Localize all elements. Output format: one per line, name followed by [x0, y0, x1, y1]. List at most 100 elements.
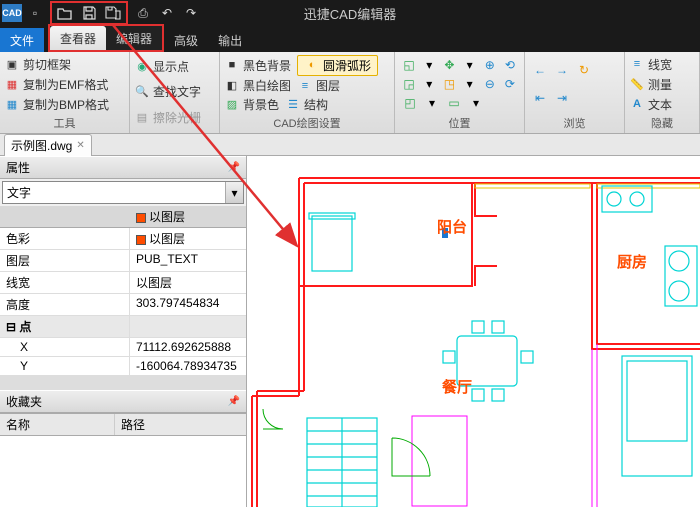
crop-icon: ▣ — [4, 56, 20, 72]
file-menu[interactable]: 文件 — [0, 28, 44, 52]
i5[interactable]: ⊕ — [482, 57, 498, 73]
close-icon[interactable]: ✕ — [76, 140, 84, 151]
i1[interactable]: ◱ — [401, 57, 417, 73]
points-icon: ◉ — [134, 59, 150, 75]
lineweight[interactable]: ≡线宽 — [629, 56, 695, 73]
prop-row-lineweight[interactable]: 线宽以图层 — [0, 272, 246, 294]
save-icon[interactable] — [80, 4, 98, 22]
title-bar: CAD ▫ ⎙ ↶ ↷ 迅捷CAD编辑器 — [0, 0, 700, 26]
favorites-title: 收藏夹 📌 — [0, 390, 246, 413]
copy-bmp[interactable]: ▦复制为BMP格式 — [4, 96, 125, 113]
layers[interactable]: ≡图层 — [297, 77, 340, 94]
new-icon[interactable]: ▫ — [26, 4, 44, 22]
b5[interactable]: ⇥ — [553, 90, 571, 106]
i8[interactable]: ▾ — [421, 76, 437, 92]
text-icon: A — [629, 96, 645, 112]
b3[interactable]: ↻ — [575, 62, 593, 78]
meas-icon: 📏 — [629, 76, 645, 92]
document-tab[interactable]: 示例图.dwg ✕ — [4, 134, 92, 156]
left-panels: 属性 📌 文字 ▾ 以图层 色彩以图层 图层PUB_TEXT 线宽以图层 高度3… — [0, 156, 247, 507]
drawing-area[interactable]: 阳台 厨房 餐厅 — [247, 156, 700, 507]
ribbon-group-cad-settings: ■黑色背景 ◐圆滑弧形 ◧黑白绘图 ≡图层 ▨背景色 ☰结构 CAD绘图设置 — [220, 52, 395, 133]
tab-editor[interactable]: 编辑器 — [106, 26, 162, 50]
i6[interactable]: ⟲ — [502, 57, 518, 73]
bmp-icon: ▦ — [4, 96, 20, 112]
dropdown-value: 文字 — [3, 182, 225, 203]
pos-row3: ◰▾▭▾ — [401, 95, 518, 111]
i2[interactable]: ▾ — [421, 57, 437, 73]
i14[interactable]: ▾ — [423, 95, 441, 111]
pin-icon[interactable]: 📌 — [228, 162, 240, 173]
i9[interactable]: ◳ — [441, 76, 457, 92]
i16[interactable]: ▾ — [467, 95, 485, 111]
splitter[interactable] — [0, 376, 246, 390]
favorites-header: 名称 路径 — [0, 413, 246, 436]
group-label: CAD绘图设置 — [224, 114, 390, 131]
workspace: 属性 📌 文字 ▾ 以图层 色彩以图层 图层PUB_TEXT 线宽以图层 高度3… — [0, 156, 700, 507]
ribbon-group-position: ◱▾✥▾⊕⟲ ◲▾◳▾⊖⟳ ◰▾▭▾ 位置 — [395, 52, 525, 133]
ribbon-group-2: ◉显示点 🔍查找文字 ▤擦除光栅 — [130, 52, 220, 133]
i13[interactable]: ◰ — [401, 95, 419, 111]
prop-row-layer[interactable]: 图层PUB_TEXT — [0, 250, 246, 272]
favorites-panel: 收藏夹 📌 名称 路径 — [0, 390, 246, 507]
i11[interactable]: ⊖ — [482, 76, 498, 92]
col-name[interactable]: 名称 — [0, 414, 115, 435]
find-text[interactable]: 🔍查找文字 — [134, 83, 215, 100]
br-row1: ←→↻ — [531, 62, 618, 78]
layers-icon: ≡ — [297, 78, 313, 94]
chevron-down-icon[interactable]: ▾ — [225, 182, 243, 203]
structure[interactable]: ☰结构 — [285, 96, 328, 113]
ribbon-group-tools: ▣剪切框架 ▦复制为EMF格式 ▦复制为BMP格式 工具 — [0, 52, 130, 133]
bw-draw[interactable]: ◧黑白绘图 — [224, 77, 291, 94]
erase-icon: ▤ — [134, 109, 150, 125]
b2[interactable]: → — [553, 62, 571, 78]
tab-output[interactable]: 输出 — [208, 28, 252, 52]
group-label — [134, 130, 215, 131]
b1[interactable]: ← — [531, 62, 549, 78]
erase-raster: ▤擦除光栅 — [134, 109, 215, 126]
tab-viewer[interactable]: 查看器 — [50, 26, 106, 50]
ribbon-group-browse: ←→↻ ⇤⇥ 浏览 — [525, 52, 625, 133]
i10[interactable]: ▾ — [462, 76, 478, 92]
crop-frame[interactable]: ▣剪切框架 — [4, 56, 125, 73]
undo-icon[interactable]: ↶ — [158, 4, 176, 22]
prop-row-y[interactable]: Y-160064.78934735 — [0, 357, 246, 376]
open-icon[interactable] — [56, 4, 74, 22]
text[interactable]: A文本 — [629, 96, 695, 113]
prop-row-x[interactable]: X71112.692625888 — [0, 338, 246, 357]
pin-icon[interactable]: 📌 — [228, 396, 240, 407]
saveas-icon[interactable] — [104, 4, 122, 22]
prop-row-height[interactable]: 高度303.797454834 — [0, 294, 246, 316]
prop-category-point[interactable]: ⊟ 点 — [0, 316, 246, 338]
pos-row2: ◲▾◳▾⊖⟳ — [401, 76, 518, 92]
black-bg[interactable]: ■黑色背景 — [224, 57, 291, 74]
ribbon: ▣剪切框架 ▦复制为EMF格式 ▦复制为BMP格式 工具 ◉显示点 🔍查找文字 … — [0, 52, 700, 134]
tab-bar: 文件 查看器 编辑器 高级 输出 — [0, 26, 700, 52]
redo-icon[interactable]: ↷ — [182, 4, 200, 22]
i12[interactable]: ⟳ — [502, 76, 518, 92]
b4[interactable]: ⇤ — [531, 90, 549, 106]
prop-row-color[interactable]: 色彩以图层 — [0, 228, 246, 250]
label-yangtai: 阳台 — [437, 216, 467, 237]
ribbon-group-hide: ≡线宽 📏测量 A文本 隐藏 — [625, 52, 700, 133]
bg-color[interactable]: ▨背景色 — [224, 96, 279, 113]
properties-title: 属性 📌 — [0, 156, 246, 179]
i3[interactable]: ✥ — [441, 57, 457, 73]
col-path[interactable]: 路径 — [115, 414, 151, 435]
i15[interactable]: ▭ — [445, 95, 463, 111]
struct-icon: ☰ — [285, 97, 301, 113]
app-logo: CAD — [2, 4, 22, 22]
object-type-dropdown[interactable]: 文字 ▾ — [2, 181, 244, 204]
tab-advanced[interactable]: 高级 — [164, 28, 208, 52]
print-icon[interactable]: ⎙ — [134, 4, 152, 22]
measure[interactable]: 📏测量 — [629, 76, 695, 93]
lw-icon: ≡ — [629, 56, 645, 72]
find-icon: 🔍 — [134, 84, 150, 100]
app-title: 迅捷CAD编辑器 — [304, 4, 396, 23]
i7[interactable]: ◲ — [401, 76, 417, 92]
show-points[interactable]: ◉显示点 — [134, 58, 215, 75]
smooth-arc[interactable]: ◐圆滑弧形 — [297, 55, 378, 76]
copy-emf[interactable]: ▦复制为EMF格式 — [4, 76, 125, 93]
highlight-box-tabs: 查看器 编辑器 — [48, 24, 164, 52]
i4[interactable]: ▾ — [462, 57, 478, 73]
